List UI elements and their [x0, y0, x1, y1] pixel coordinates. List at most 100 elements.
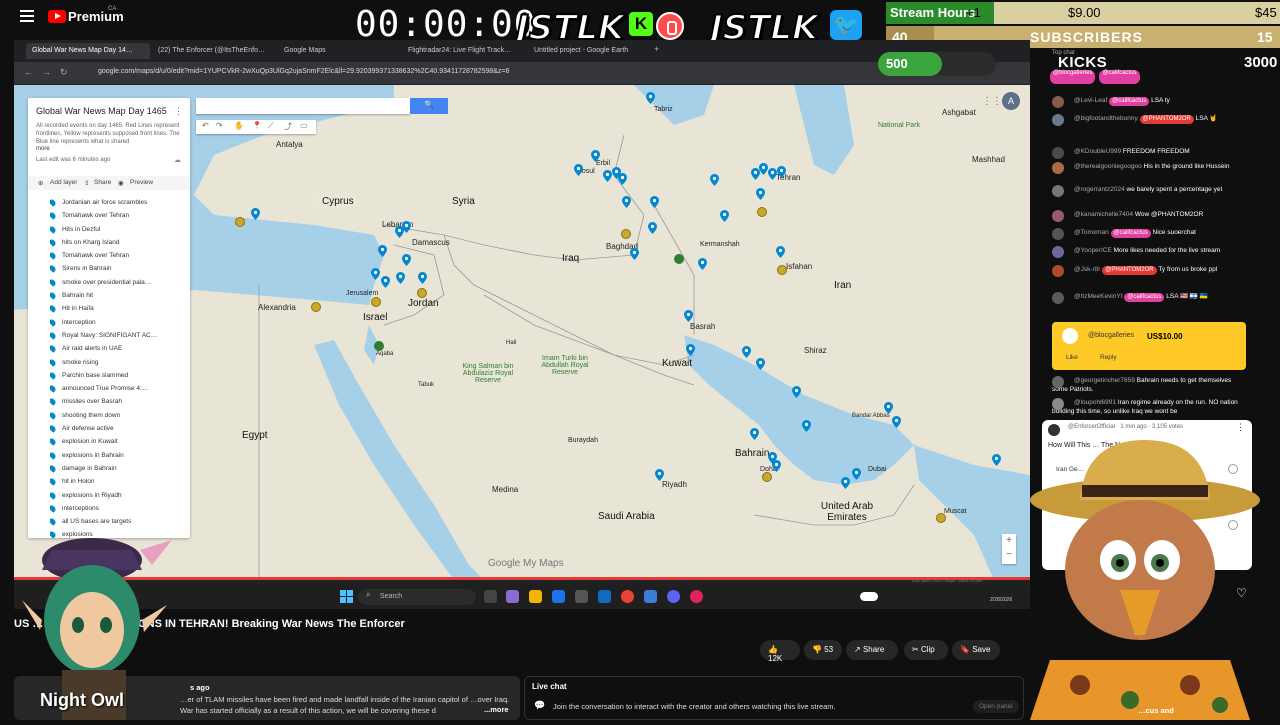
layer-item[interactable]: Bahrain hit [50, 289, 190, 302]
map-pin-icon[interactable] [378, 245, 387, 257]
chat-username[interactable]: @ItzMeeKevinYt [1074, 293, 1123, 300]
map-pin-icon[interactable] [591, 150, 600, 162]
dislike-button[interactable]: 👎 53 [804, 640, 842, 660]
map-marker-yellow-icon[interactable] [777, 265, 787, 275]
map-marker-green-icon[interactable] [674, 254, 684, 264]
map-pin-icon[interactable] [371, 268, 380, 280]
map-pin-icon[interactable] [698, 258, 707, 270]
map-marker-yellow-icon[interactable] [757, 207, 767, 217]
map-pin-icon[interactable] [992, 454, 1001, 466]
map-pin-icon[interactable] [648, 222, 657, 234]
map-pin-icon[interactable] [756, 358, 765, 370]
layer-item[interactable]: missiles over Basrah [50, 395, 190, 408]
store-icon[interactable] [575, 590, 588, 603]
layer-item[interactable]: Hit in Haifa [50, 302, 190, 315]
chat-avatar[interactable] [1052, 210, 1064, 222]
chat-username[interactable]: @georgetincher7859 [1074, 377, 1135, 384]
app-icon[interactable] [644, 590, 657, 603]
map-marker-yellow-icon[interactable] [371, 297, 381, 307]
ruler-icon[interactable]: ▭ [300, 121, 308, 130]
map-pin-icon[interactable] [381, 276, 390, 288]
map-pin-icon[interactable] [777, 166, 786, 178]
chat-avatar[interactable] [1052, 228, 1064, 240]
chat-username[interactable]: @rogerrantz2024 [1074, 186, 1125, 193]
layer-item[interactable]: Air raid alerts in UAE [50, 342, 190, 355]
chat-message[interactable]: @rogerrantz2024 we barely spent a percen… [1052, 185, 1248, 197]
open-panel-button[interactable]: Open panel [973, 700, 1019, 713]
map-pin-icon[interactable] [884, 402, 893, 414]
map-marker-yellow-icon[interactable] [936, 513, 946, 523]
share-button[interactable]: Share [94, 179, 111, 186]
browser-tab[interactable]: Untitled project - Google Earth [528, 43, 648, 59]
browser-tab[interactable]: Flightradar24: Live Flight Track… [402, 43, 516, 59]
map-marker-green-icon[interactable] [374, 341, 384, 351]
map-search-input[interactable] [196, 98, 410, 114]
description-more[interactable]: ...more [484, 705, 509, 714]
layer-item[interactable]: damage in Bahrain [50, 462, 190, 475]
map-title[interactable]: Global War News Map Day 1465 [36, 106, 167, 116]
chat-username[interactable]: @Jsk-r8r [1074, 266, 1100, 273]
map-pin-icon[interactable] [802, 420, 811, 432]
map-marker-yellow-icon[interactable] [621, 229, 631, 239]
chat-avatar[interactable] [1052, 292, 1064, 304]
map-pin-icon[interactable] [750, 428, 759, 440]
hand-icon[interactable]: ✋ [234, 121, 244, 130]
layer-item[interactable]: Royal Navy: SIGNIFIGANT AC… [50, 329, 190, 342]
back-icon[interactable]: ← [24, 67, 33, 77]
chat-username[interactable]: @kanamichelle7404 [1074, 211, 1133, 218]
save-button[interactable]: 🔖 Save [952, 640, 1000, 660]
more-options-icon[interactable]: ⋮ [174, 106, 183, 117]
chat-avatar[interactable] [1052, 114, 1064, 126]
map-pin-icon[interactable] [612, 167, 621, 179]
layer-item[interactable]: Tomahawk over Tehran [50, 209, 190, 222]
map-pin-icon[interactable] [251, 208, 260, 220]
obs-icon[interactable] [690, 590, 703, 603]
map-pin-icon[interactable] [756, 188, 765, 200]
add-layer-icon[interactable]: ⊕ [38, 179, 43, 187]
chat-message[interactable]: @loupohl6991 Iran regime already on the … [1052, 398, 1248, 416]
map-marker-yellow-icon[interactable] [311, 302, 321, 312]
chat-message[interactable]: @Jsk-r8r @PHANTOM2OR Ty from us broke pp… [1052, 265, 1248, 277]
map-pin-icon[interactable] [396, 272, 405, 284]
chat-username[interactable]: @KDoubleU999 [1074, 148, 1121, 155]
map-pin-icon[interactable] [622, 196, 631, 208]
layer-item[interactable]: shooting them down [50, 409, 190, 422]
heart-icon[interactable]: ♡ [1236, 586, 1247, 600]
new-tab-icon[interactable]: + [654, 44, 659, 54]
apps-grid-icon[interactable]: ⋮⋮ [982, 96, 1002, 107]
browser-tab[interactable]: Google Maps [278, 43, 392, 59]
clip-button[interactable]: ✂ Clip [904, 640, 948, 660]
add-layer-button[interactable]: Add layer [50, 179, 77, 186]
chat-message[interactable]: @bigfootandthebunny @PHANTOM2OR LSA 🤘 [1052, 114, 1248, 126]
browser-tab[interactable]: Global War News Map Day 14… [26, 43, 150, 59]
map-pin-icon[interactable] [684, 310, 693, 322]
preview-icon[interactable]: ◉ [118, 179, 124, 187]
chat-avatar[interactable] [1052, 96, 1064, 108]
chat-username[interactable]: @loupohl6991 [1074, 399, 1116, 406]
layer-item[interactable]: Air defense active [50, 422, 190, 435]
layer-item[interactable]: hit in Holon [50, 475, 190, 488]
map-pin-icon[interactable] [792, 386, 801, 398]
taskbar-search[interactable]: Search [358, 589, 476, 605]
map-marker-yellow-icon[interactable] [235, 217, 245, 227]
file-explorer-icon[interactable] [529, 590, 542, 603]
layer-item[interactable]: smoke rising [50, 356, 190, 369]
undo-icon[interactable]: ↶ [202, 121, 209, 130]
chat-username[interactable]: @Levi-Leaf [1074, 97, 1107, 104]
chat-avatar[interactable] [1052, 162, 1064, 174]
map-pin-icon[interactable] [395, 226, 404, 238]
share-video-button[interactable]: ↗ Share [846, 640, 898, 660]
layer-item[interactable]: interception [50, 316, 190, 329]
share-icon[interactable]: ⇪ [84, 179, 89, 187]
layer-item[interactable]: explosion in Kuwait [50, 435, 190, 448]
forward-icon[interactable]: → [42, 67, 51, 77]
draw-line-icon[interactable]: ⟋ [268, 121, 274, 131]
chat-message[interactable]: @kanamichelle7404 Wow @PHANTOM2OR [1052, 210, 1248, 222]
chat-avatar[interactable] [1052, 185, 1064, 197]
map-search-button[interactable] [410, 98, 448, 114]
browser-tab[interactable]: (22) The Enforcer (@ItsTheEnfo… [152, 43, 266, 59]
layer-item[interactable]: Hits in Dezful [50, 223, 190, 236]
description-more-link[interactable]: more [36, 146, 50, 152]
chat-avatar[interactable] [1052, 398, 1064, 410]
layer-item[interactable]: interceptions [50, 502, 190, 515]
